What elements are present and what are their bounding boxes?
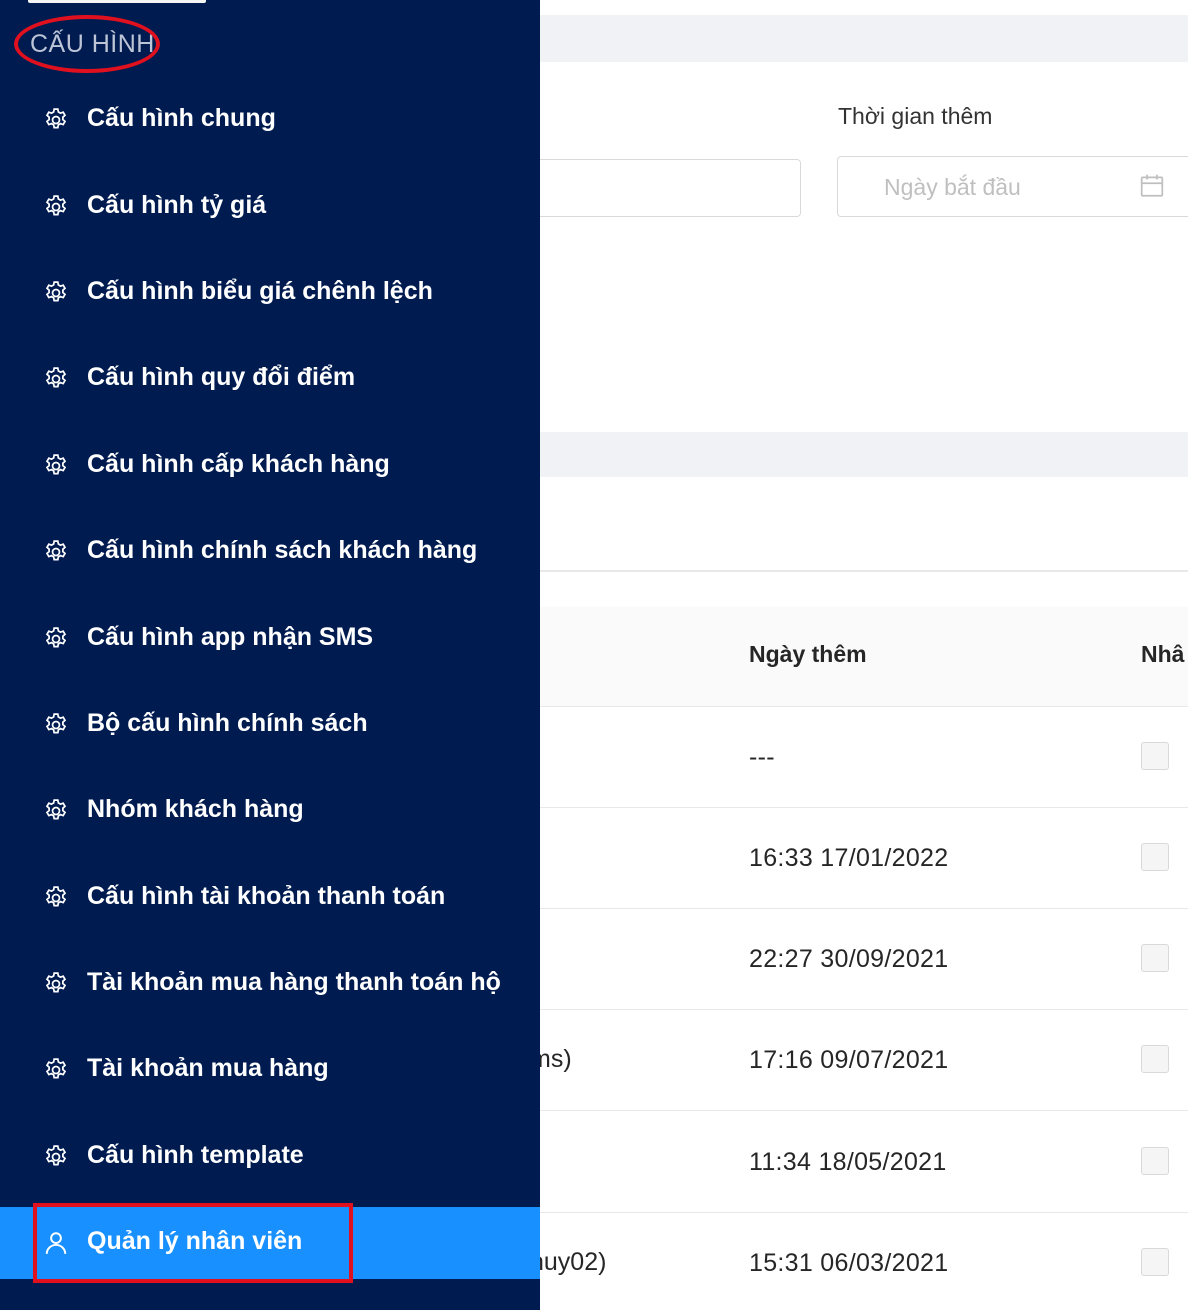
row-date: 22:27 30/09/2021 — [749, 945, 949, 973]
gear-icon — [45, 281, 67, 302]
sidebar-item-label: Cấu hình app nhận SMS — [87, 623, 374, 651]
table-row: --- — [540, 707, 1188, 808]
gear-icon — [45, 1058, 67, 1079]
sidebar-item-label: Cấu hình chính sách khách hàng — [87, 536, 478, 564]
gear-icon — [45, 713, 67, 734]
row-checkbox[interactable] — [1141, 1248, 1169, 1276]
row-checkbox[interactable] — [1141, 1045, 1169, 1073]
sidebar-scroll-indicator — [28, 0, 206, 3]
sidebar-item-general-config[interactable]: Cấu hình chung — [0, 84, 540, 156]
sidebar-item-exchange-rate[interactable]: Cấu hình tỷ giá — [0, 171, 540, 243]
gear-icon — [45, 454, 67, 475]
tab-bar — [540, 477, 1188, 572]
sidebar: CẤU HÌNH Cấu hình chung Cấu hình tỷ giá … — [0, 0, 540, 1310]
sidebar-item-label: Cấu hình tỷ giá — [87, 191, 267, 219]
sidebar-item-customer-policy[interactable]: Cấu hình chính sách khách hàng — [0, 516, 540, 588]
sidebar-item-proxy-purchase-account[interactable]: Tài khoản mua hàng thanh toán hộ — [0, 948, 540, 1020]
page-band — [540, 15, 1188, 62]
gear-icon — [45, 627, 67, 648]
sidebar-item-customer-level[interactable]: Cấu hình cấp khách hàng — [0, 430, 540, 502]
row-checkbox[interactable] — [1141, 742, 1169, 770]
sidebar-item-label: Tài khoản mua hàng thanh toán hộ — [87, 968, 501, 996]
top-header — [540, 0, 1188, 15]
gear-icon — [45, 195, 67, 216]
table-row: ms) 17:16 09/07/2021 — [530, 1010, 1188, 1111]
gear-icon — [45, 1145, 67, 1166]
start-date-placeholder: Ngày bắt đầu — [884, 174, 1021, 200]
row-date: 11:34 18/05/2021 — [749, 1148, 947, 1176]
sidebar-item-label: Cấu hình cấp khách hàng — [87, 450, 390, 478]
column-header-partial: Nhâ — [1141, 641, 1185, 667]
table-row: 16:33 17/01/2022 — [540, 808, 1188, 909]
gear-icon — [45, 367, 67, 388]
row-date: --- — [749, 743, 775, 771]
sidebar-item-purchase-account[interactable]: Tài khoản mua hàng — [0, 1034, 540, 1106]
annotation-highlight-box — [33, 1203, 353, 1283]
table-row: huy02) 15:31 06/03/2021 — [530, 1213, 1188, 1310]
sidebar-item-label: Cấu hình tài khoản thanh toán — [87, 882, 446, 910]
sidebar-item-points-conversion[interactable]: Cấu hình quy đổi điểm — [0, 343, 540, 415]
row-date: 16:33 17/01/2022 — [749, 844, 949, 872]
sidebar-item-payment-account[interactable]: Cấu hình tài khoản thanh toán — [0, 862, 540, 934]
row-date: 15:31 06/03/2021 — [749, 1249, 949, 1277]
sidebar-item-label: Bộ cấu hình chính sách — [87, 709, 368, 737]
sidebar-item-label: Cấu hình quy đổi điểm — [87, 363, 356, 391]
sidebar-item-label: Tài khoản mua hàng — [87, 1054, 329, 1082]
row-checkbox[interactable] — [1141, 1147, 1169, 1175]
section-band — [540, 432, 1188, 477]
sidebar-item-label: Cấu hình biểu giá chênh lệch — [87, 277, 433, 305]
calendar-icon — [1140, 174, 1164, 197]
row-checkbox[interactable] — [1141, 843, 1169, 871]
row-name: huy02) — [530, 1248, 607, 1276]
gear-icon — [45, 108, 67, 129]
row-date: 17:16 09/07/2021 — [749, 1046, 949, 1074]
table-row: 11:34 18/05/2021 — [540, 1112, 1188, 1213]
table-header: Ngày thêm Nhâ — [540, 607, 1188, 707]
row-checkbox[interactable] — [1141, 944, 1169, 972]
sidebar-item-price-difference[interactable]: Cấu hình biểu giá chênh lệch — [0, 257, 540, 329]
gear-icon — [45, 540, 67, 561]
sidebar-item-label: Cấu hình chung — [87, 104, 276, 132]
sidebar-item-sms-app[interactable]: Cấu hình app nhận SMS — [0, 603, 540, 675]
sidebar-item-label: Cấu hình template — [87, 1141, 304, 1169]
gear-icon — [45, 799, 67, 820]
annotation-circle — [14, 15, 160, 73]
sidebar-item-policy-set[interactable]: Bộ cấu hình chính sách — [0, 689, 540, 761]
gear-icon — [45, 886, 67, 907]
sidebar-item-template-config[interactable]: Cấu hình template — [0, 1121, 540, 1193]
start-date-picker[interactable]: Ngày bắt đầu — [837, 156, 1188, 217]
time-added-label: Thời gian thêm — [838, 103, 993, 129]
gear-icon — [45, 972, 67, 993]
column-header-date-added: Ngày thêm — [749, 641, 867, 667]
sidebar-item-label: Nhóm khách hàng — [87, 795, 304, 823]
sidebar-item-customer-group[interactable]: Nhóm khách hàng — [0, 775, 540, 847]
table-row: 22:27 30/09/2021 — [540, 909, 1188, 1010]
